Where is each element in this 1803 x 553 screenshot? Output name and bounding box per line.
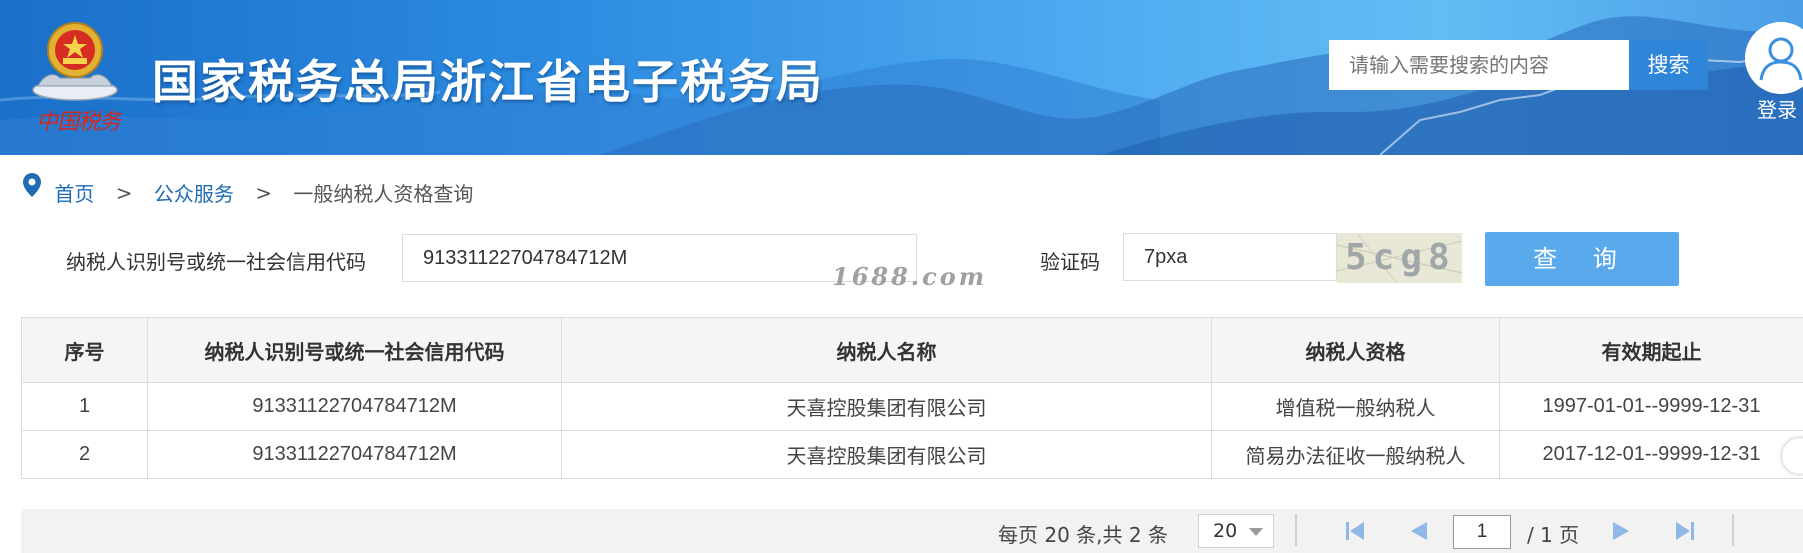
query-button[interactable]: 查 询 bbox=[1485, 232, 1679, 286]
divider bbox=[1732, 514, 1734, 546]
page-size-select[interactable]: 20 bbox=[1198, 514, 1274, 548]
column-header: 有效期起止 bbox=[1499, 317, 1803, 383]
taxpayer-id-label: 纳税人识别号或统一社会信用代码 bbox=[66, 250, 366, 274]
column-header: 纳税人识别号或统一社会信用代码 bbox=[147, 317, 562, 383]
chevron-down-icon bbox=[1249, 528, 1263, 536]
table-cell: 简易办法征收一般纳税人 bbox=[1211, 430, 1500, 479]
table-cell: 91331122704784712M bbox=[147, 382, 562, 431]
table-cell: 2017-12-01--9999-12-31 bbox=[1499, 430, 1803, 479]
breadcrumb-home[interactable]: 首页 bbox=[54, 178, 94, 207]
divider bbox=[1295, 514, 1297, 546]
login-link[interactable]: 登录 bbox=[1757, 94, 1797, 123]
last-page-icon[interactable] bbox=[1673, 519, 1697, 543]
breadcrumb-separator: > bbox=[115, 180, 133, 205]
captcha-image[interactable]: 5cg8 bbox=[1337, 233, 1462, 283]
column-header: 序号 bbox=[21, 317, 148, 383]
table-row: 1 91331122704784712M 天喜控股集团有限公司 增值税一般纳税人… bbox=[21, 382, 1803, 431]
table-cell: 2 bbox=[21, 430, 148, 479]
column-header: 纳税人资格 bbox=[1211, 317, 1500, 383]
first-page-icon[interactable] bbox=[1343, 519, 1367, 543]
prev-page-icon[interactable] bbox=[1407, 519, 1431, 543]
result-table: 序号 纳税人识别号或统一社会信用代码 纳税人名称 纳税人资格 有效期起止 1 9… bbox=[21, 317, 1803, 479]
location-pin-icon bbox=[23, 173, 41, 197]
site-title: 国家税务总局浙江省电子税务局 bbox=[152, 55, 824, 109]
site-header: 中国税务 国家税务总局浙江省电子税务局 搜索 登录 bbox=[0, 0, 1803, 155]
next-page-icon[interactable] bbox=[1609, 519, 1633, 543]
page-size-value: 20 bbox=[1213, 520, 1238, 542]
table-header-row: 序号 纳税人识别号或统一社会信用代码 纳税人名称 纳税人资格 有效期起止 bbox=[21, 317, 1803, 383]
page-number-input[interactable]: 1 bbox=[1453, 515, 1511, 549]
emblem-script: 中国税务 bbox=[36, 110, 121, 135]
search-button[interactable]: 搜索 bbox=[1629, 40, 1708, 90]
table-cell: 增值税一般纳税人 bbox=[1211, 382, 1500, 431]
total-pages: / 1 页 bbox=[1527, 523, 1580, 547]
table-cell: 天喜控股集团有限公司 bbox=[561, 430, 1212, 479]
captcha-text: 5cg8 bbox=[1345, 237, 1456, 278]
table-row: 2 91331122704784712M 天喜控股集团有限公司 简易办法征收一般… bbox=[21, 430, 1803, 479]
column-header: 纳税人名称 bbox=[561, 317, 1212, 383]
search-input[interactable] bbox=[1329, 40, 1629, 90]
table-cell: 天喜控股集团有限公司 bbox=[561, 382, 1212, 431]
table-cell: 91331122704784712M bbox=[147, 430, 562, 479]
breadcrumb-separator: > bbox=[255, 180, 272, 205]
breadcrumb-current: 一般纳税人资格查询 bbox=[293, 182, 474, 206]
breadcrumb: 首页 > 公众服务 > 一般纳税人资格查询 bbox=[22, 172, 473, 206]
captcha-input[interactable]: 7pxa bbox=[1123, 233, 1337, 281]
table-cell: 1997-01-01--9999-12-31 bbox=[1499, 382, 1803, 431]
captcha-label: 验证码 bbox=[1040, 250, 1100, 274]
breadcrumb-public-service[interactable]: 公众服务 bbox=[154, 178, 234, 207]
national-emblem-icon bbox=[32, 22, 118, 101]
pagination-summary: 每页 20 条,共 2 条 bbox=[998, 523, 1168, 547]
table-cell: 1 bbox=[21, 382, 148, 431]
watermark: 1688.com bbox=[832, 262, 988, 291]
pagination-bar: 每页 20 条,共 2 条 20 1 / 1 页 bbox=[21, 509, 1803, 553]
